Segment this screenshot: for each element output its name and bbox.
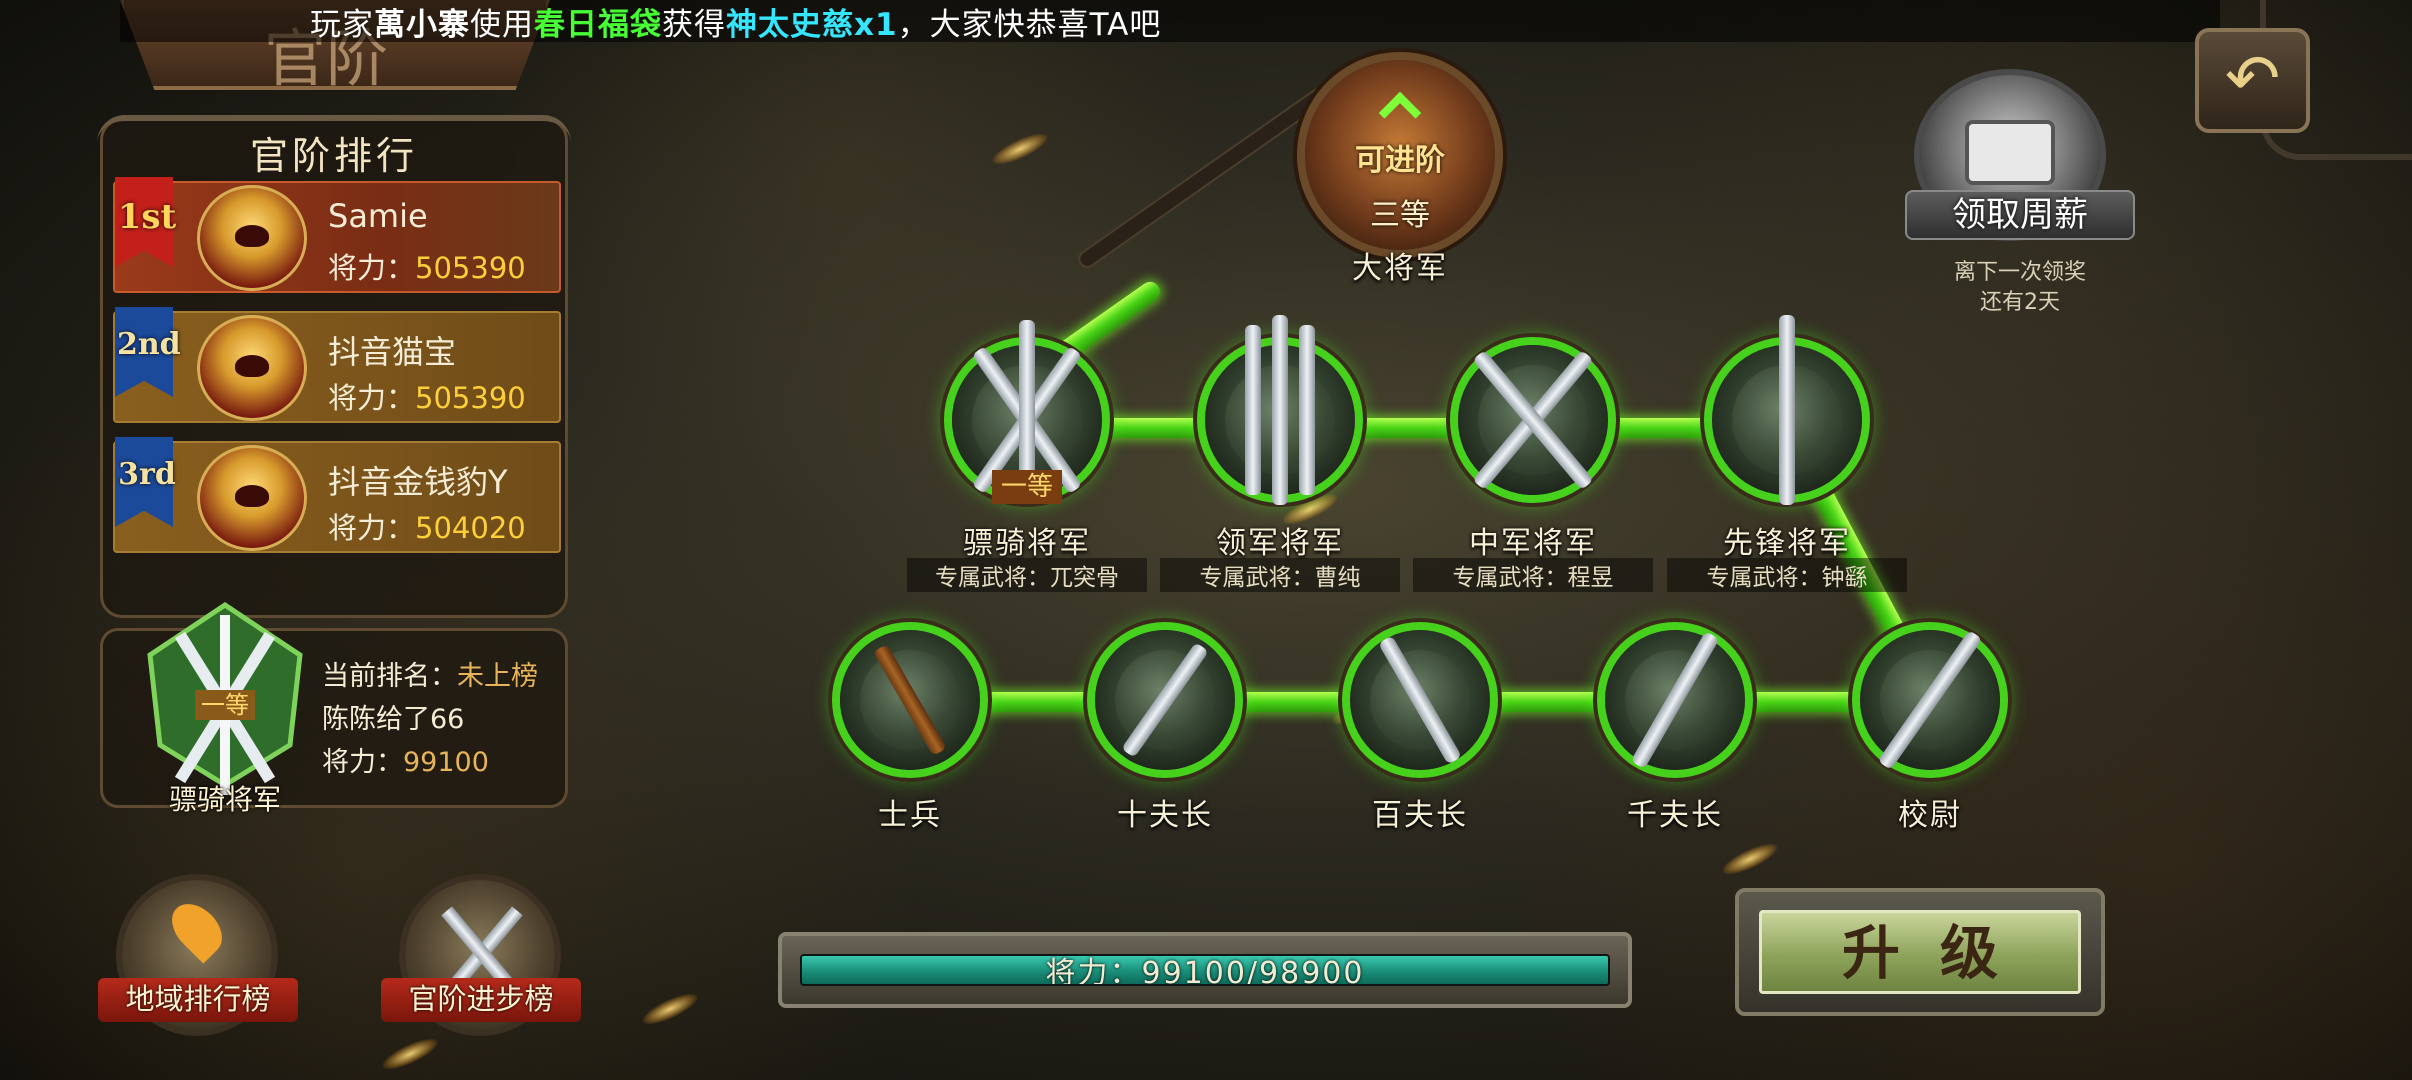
rank-name: 百夫长 bbox=[1372, 798, 1468, 833]
power-label: 将力： bbox=[328, 511, 416, 545]
ticker-item-name: 春日福袋 bbox=[534, 6, 662, 43]
power-value: 505390 bbox=[415, 381, 526, 415]
announcement-ticker: 玩家 萬小寨 使用 春日福袋 获得 神太史慈x1 ，大家快恭喜TA吧 bbox=[120, 0, 2220, 43]
ticker-text: 玩家 bbox=[310, 6, 374, 43]
sword-icon bbox=[1272, 315, 1288, 505]
region-ranking-label[interactable]: 地域排行榜 bbox=[98, 978, 298, 1022]
rank-name: 领军将军 bbox=[1216, 526, 1344, 561]
my-rank-emblem-name: 骠骑将军 bbox=[168, 783, 281, 816]
player-power: 将力：505390 bbox=[328, 245, 526, 287]
progress-track: 将力：99100/98900 bbox=[800, 954, 1610, 986]
weekly-salary-countdown: 离下一次领奖 还有2天 bbox=[1920, 258, 2120, 318]
power-progress-bar: 将力：99100/98900 bbox=[778, 932, 1632, 1008]
rank-medal-label: 2nd bbox=[117, 327, 181, 362]
power-label: 将力： bbox=[328, 381, 416, 415]
power-label: 将力： bbox=[322, 747, 403, 778]
weekly-salary-button[interactable]: 领取周薪 bbox=[1905, 190, 2135, 240]
power-label: 将力： bbox=[328, 251, 416, 285]
leaderboard-row[interactable]: 1st Samie 将力：505390 bbox=[113, 177, 561, 293]
rank-node-ling-jun-jiang-jun[interactable] bbox=[1205, 315, 1355, 505]
ticker-reward-name: 神太史慈x1 bbox=[726, 6, 898, 43]
rank-node-shi-bing[interactable] bbox=[840, 630, 980, 770]
countdown-line: 离下一次领奖 bbox=[1953, 260, 2086, 285]
rank-grade: 一等 bbox=[992, 470, 1062, 504]
rank-name: 大将军 bbox=[1352, 251, 1448, 286]
rank-node-shi-fu-zhang[interactable] bbox=[1095, 630, 1235, 770]
rank-node-xian-feng-jiang-jun[interactable] bbox=[1712, 315, 1862, 505]
power-value: 99100 bbox=[403, 747, 489, 778]
ticker-text: ，大家快恭喜TA吧 bbox=[897, 6, 1162, 43]
rank-node-da-jiang-jun[interactable]: 可进阶 三等 bbox=[1305, 60, 1495, 250]
my-power: 将力：99100 bbox=[322, 740, 489, 779]
rank-leaderboard-panel: 官阶排行 1st Samie 将力：505390 2nd 抖音猫宝 将力：505… bbox=[97, 115, 571, 618]
chest-icon bbox=[1965, 120, 2055, 185]
rank-name: 中军将军 bbox=[1469, 526, 1597, 561]
current-rank-value: 未上榜 bbox=[457, 661, 538, 692]
my-player-name: 陈陈给了66 bbox=[322, 704, 465, 735]
rank-name: 骠骑将军 bbox=[963, 526, 1091, 561]
leaderboard-row[interactable]: 2nd 抖音猫宝 将力：505390 bbox=[113, 307, 561, 423]
leaderboard-row[interactable]: 3rd 抖音金钱豹Y 将力：504020 bbox=[113, 437, 561, 553]
power-value: 504020 bbox=[415, 511, 526, 545]
rank-medal-label: 3rd bbox=[118, 457, 176, 492]
location-pin-icon bbox=[162, 894, 232, 964]
rank-node-qian-fu-zhang[interactable] bbox=[1605, 630, 1745, 770]
rank-name: 校尉 bbox=[1898, 798, 1962, 833]
rank-path-active bbox=[1100, 418, 1740, 438]
countdown-line: 还有2天 bbox=[1980, 290, 2060, 315]
ticker-text: 获得 bbox=[662, 6, 726, 43]
rank-bound-general: 专属武将：曹纯 bbox=[1160, 558, 1400, 592]
ticker-player-name: 萬小寨 bbox=[374, 6, 470, 43]
ticker-text: 使用 bbox=[470, 6, 534, 43]
upgrade-button[interactable]: 升级 bbox=[1735, 888, 2105, 1016]
player-avatar bbox=[197, 185, 307, 291]
player-name: 抖音金钱豹Y bbox=[328, 463, 508, 501]
rank-bound-general: 专属武将：兀突骨 bbox=[907, 558, 1147, 592]
rank-name: 千夫长 bbox=[1627, 798, 1723, 833]
rank-node-piao-qi-jiang-jun[interactable]: 一等 bbox=[952, 320, 1102, 504]
player-power: 将力：505390 bbox=[328, 375, 526, 417]
sword-icon bbox=[1245, 325, 1261, 495]
upgrade-label: 升级 bbox=[1841, 919, 2038, 987]
my-rank-emblem-icon: 一等 bbox=[147, 601, 303, 795]
rank-node-xiao-wei[interactable] bbox=[1860, 629, 2000, 771]
upgrade-arrow-icon bbox=[1378, 91, 1422, 135]
rank-name: 十夫长 bbox=[1117, 798, 1213, 833]
rank-grade: 三等 bbox=[1370, 198, 1430, 233]
leaderboard-title: 官阶排行 bbox=[249, 134, 418, 178]
rank-node-bai-fu-zhang[interactable] bbox=[1350, 630, 1490, 770]
sword-icon bbox=[1779, 315, 1795, 505]
player-avatar bbox=[197, 315, 307, 421]
player-name: 抖音猫宝 bbox=[328, 333, 457, 371]
player-avatar bbox=[197, 445, 307, 551]
rank-bound-general: 专属武将：钟繇 bbox=[1667, 558, 1907, 592]
rank-name: 士兵 bbox=[878, 798, 942, 833]
rank-name: 先锋将军 bbox=[1723, 526, 1851, 561]
progress-text: 将力：99100/98900 bbox=[1045, 956, 1365, 986]
my-emblem-grade: 一等 bbox=[201, 691, 249, 719]
rank-status: 可进阶 bbox=[1355, 143, 1445, 178]
rank-node-zhong-jun-jiang-jun[interactable] bbox=[1458, 345, 1608, 495]
sword-icon bbox=[1299, 325, 1315, 495]
rank-progress-label[interactable]: 官阶进步榜 bbox=[381, 978, 581, 1022]
rank-bound-general: 专属武将：程昱 bbox=[1413, 558, 1653, 592]
power-value: 505390 bbox=[415, 251, 526, 285]
back-arrow-icon: ↶ bbox=[2224, 40, 2281, 117]
current-rank-label: 当前排名： bbox=[322, 661, 457, 692]
rank-medal-label: 1st bbox=[117, 197, 177, 237]
player-power: 将力：504020 bbox=[328, 505, 526, 547]
player-name: Samie bbox=[328, 197, 428, 235]
my-current-rank: 当前排名：未上榜 bbox=[322, 654, 538, 693]
back-button[interactable]: ↶ bbox=[2195, 28, 2310, 133]
